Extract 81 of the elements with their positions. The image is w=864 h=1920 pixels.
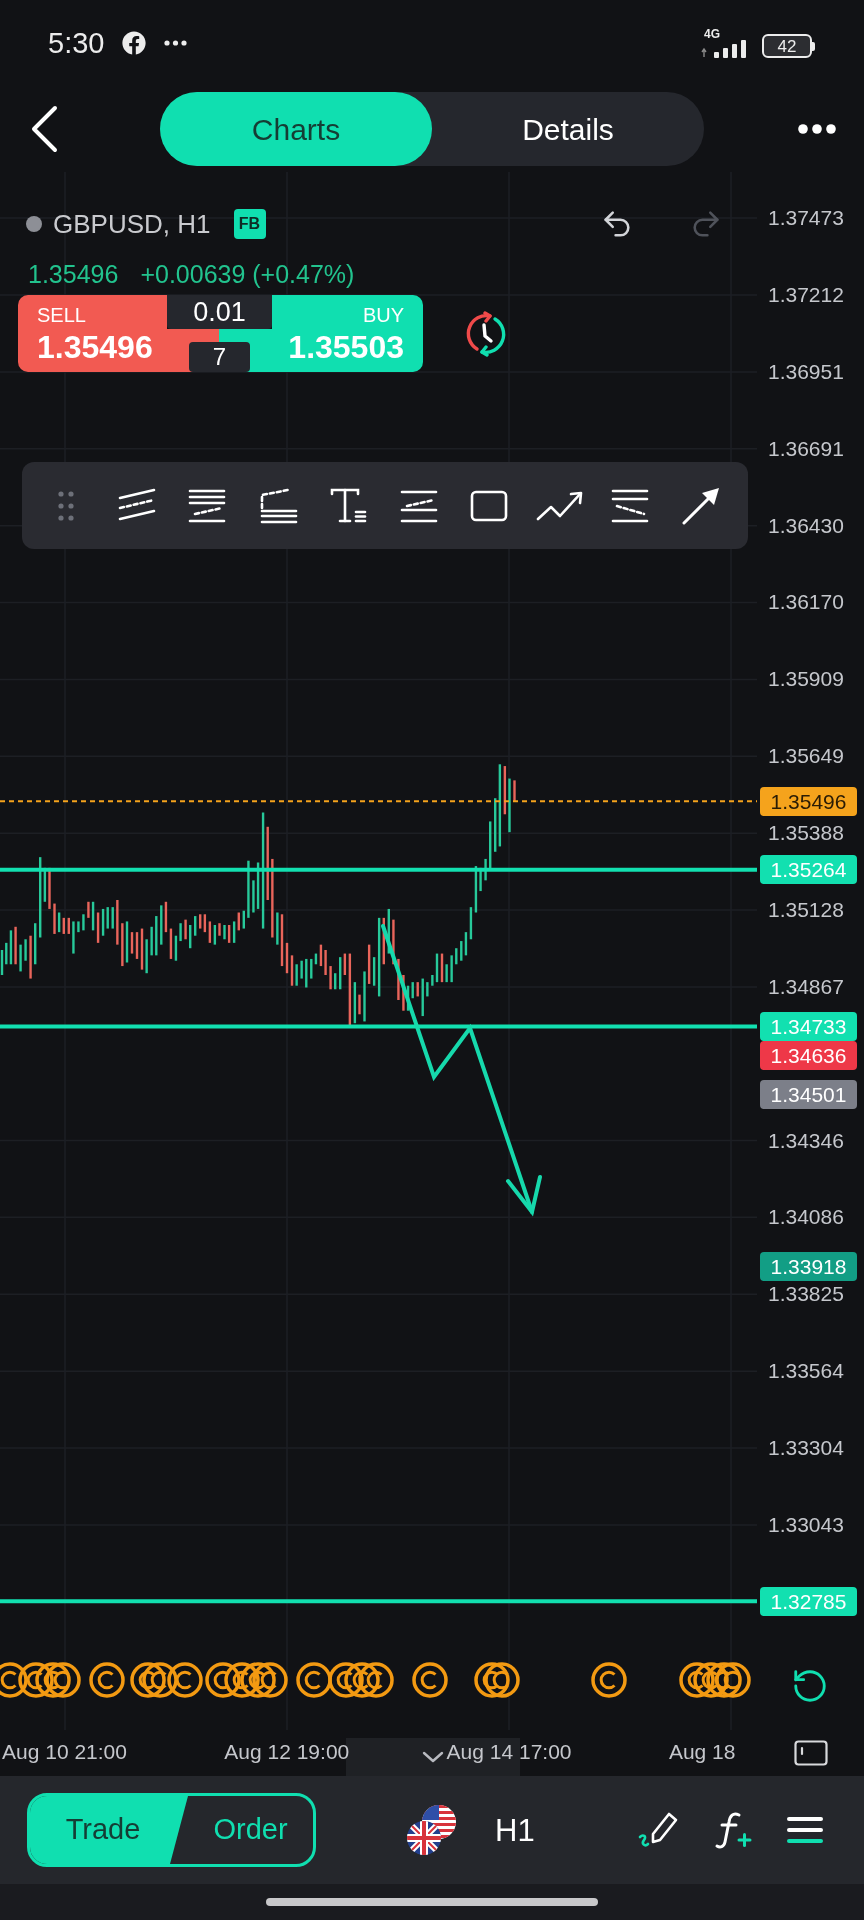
price-axis-label: 1.36691: [768, 437, 844, 460]
time-axis-label: Aug 14 17:00: [446, 1740, 572, 1764]
event-marker-icon[interactable]: [167, 1662, 203, 1698]
price-axis-label: 1.37473: [768, 207, 844, 230]
event-marker-icon[interactable]: [252, 1662, 288, 1698]
price-axis-label: 1.36430: [768, 514, 844, 537]
trend-arrow[interactable]: [381, 924, 542, 1217]
spread-value: 7: [189, 342, 250, 372]
event-marker-icon[interactable]: [130, 1662, 166, 1698]
timeframe-button[interactable]: H1: [495, 1814, 535, 1846]
menu-icon[interactable]: [787, 1816, 823, 1844]
price-axis-label: 1.36170: [768, 591, 844, 614]
event-marker-icon[interactable]: [142, 1662, 178, 1698]
event-marker-icon[interactable]: [35, 1662, 71, 1698]
event-marker-icon[interactable]: [693, 1662, 729, 1698]
view-tab[interactable]: Details: [432, 92, 704, 166]
price-tag: 1.34501: [760, 1080, 857, 1110]
event-marker-icon[interactable]: [89, 1662, 125, 1698]
event-marker-icon[interactable]: [715, 1662, 751, 1698]
event-marker-icon[interactable]: [240, 1662, 276, 1698]
status-time: 5:30: [48, 28, 105, 58]
price-axis-label: 1.33043: [768, 1514, 844, 1536]
event-marker-icon[interactable]: [45, 1662, 81, 1698]
price-axis-label: 1.36951: [768, 361, 844, 384]
view-tab[interactable]: Charts: [160, 92, 432, 166]
price-tag: 1.35264: [760, 855, 857, 885]
facebook-icon: [122, 31, 147, 55]
network-type: 4G: [704, 28, 720, 40]
price-axis-label: 1.35128: [768, 898, 844, 921]
mode-tab[interactable]: Trade: [30, 1796, 188, 1864]
price-axis-label: 1.34086: [768, 1206, 844, 1229]
reset-icon[interactable]: [791, 1667, 829, 1705]
time-axis-label: Aug 18: [668, 1740, 736, 1764]
price-axis-label: 1.33304: [768, 1437, 844, 1459]
drag-handle-icon[interactable]: [58, 490, 75, 521]
price-axis-label: 1.35909: [768, 668, 844, 691]
event-marker-icon[interactable]: [474, 1662, 510, 1698]
event-marker-icon[interactable]: [484, 1662, 520, 1698]
last-price: 1.35496: [28, 261, 119, 287]
price-change: +0.00639 (+0.47%): [140, 261, 355, 287]
price-axis-label: 1.33825: [768, 1283, 844, 1306]
event-marker-icon[interactable]: [679, 1662, 715, 1698]
more-icon[interactable]: [798, 124, 836, 134]
symbol-badge: FB: [233, 209, 266, 239]
price-axis-label: 1.37212: [768, 284, 844, 307]
price-axis-label: 1.34867: [768, 975, 844, 998]
price-tag: 1.33918: [760, 1252, 857, 1282]
event-marker-icon[interactable]: [205, 1662, 241, 1698]
time-axis-label: Aug 12 19:00: [224, 1740, 350, 1764]
price-axis-label: 1.33564: [768, 1360, 844, 1383]
more-notifications-icon: [164, 40, 188, 46]
price-tag: 1.34733: [760, 1011, 857, 1041]
chevron-down-icon: [422, 1751, 444, 1763]
price-axis-label: 1.35388: [768, 822, 844, 845]
price-axis-label: 1.34346: [768, 1129, 844, 1152]
event-marker-icon[interactable]: [328, 1662, 364, 1698]
event-marker-icon[interactable]: [224, 1662, 260, 1698]
event-marker-icon[interactable]: [0, 1662, 28, 1698]
pencil-icon[interactable]: [637, 1810, 679, 1850]
price-axis-label: 1.35649: [768, 745, 844, 768]
time-axis-label: Aug 10 21:00: [2, 1740, 127, 1764]
event-marker-icon[interactable]: [18, 1662, 54, 1698]
price-tag: 1.32785: [760, 1586, 857, 1616]
event-marker-icon[interactable]: [344, 1662, 380, 1698]
arrow-icon[interactable]: [680, 485, 721, 526]
event-marker-icon[interactable]: [591, 1662, 627, 1698]
level-line[interactable]: [0, 867, 757, 872]
price-tag: 1.35496: [760, 786, 857, 816]
status-dot-icon: [26, 216, 42, 232]
panel-icon[interactable]: [793, 1740, 828, 1766]
back-icon[interactable]: [30, 105, 58, 153]
battery-indicator: 42: [762, 34, 815, 58]
volume-field[interactable]: 0.01: [167, 295, 272, 329]
event-marker-icon[interactable]: [412, 1662, 448, 1698]
price-tag: 1.34636: [760, 1040, 857, 1070]
mode-tab[interactable]: Order: [188, 1796, 313, 1864]
event-marker-icon[interactable]: [706, 1662, 742, 1698]
symbol-title[interactable]: GBPUSD, H1: [53, 211, 211, 237]
level-line[interactable]: [0, 1599, 757, 1604]
event-marker-icon[interactable]: [296, 1662, 332, 1698]
event-marker-icon[interactable]: [358, 1662, 394, 1698]
